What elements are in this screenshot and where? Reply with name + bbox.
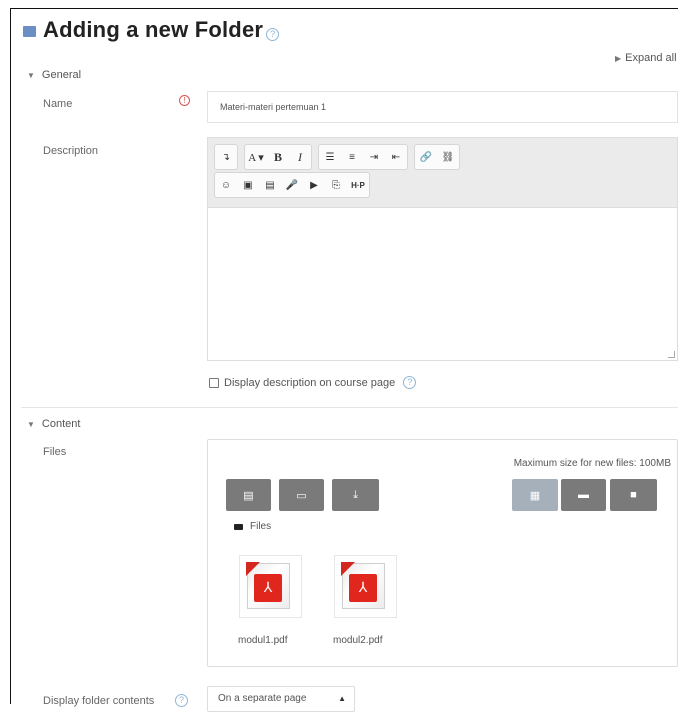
expand-all-label: Expand all: [625, 52, 677, 64]
file-path-breadcrumb[interactable]: Files: [234, 521, 271, 532]
files-label: Files: [43, 446, 67, 458]
unordered-list-button[interactable]: ☰: [319, 145, 341, 169]
manage-files-button[interactable]: ⎘: [325, 173, 347, 197]
file-thumbnail[interactable]: [239, 555, 302, 618]
display-description-checkbox[interactable]: [209, 377, 219, 388]
path-label: Files: [250, 521, 272, 532]
section-general-label: General: [41, 69, 82, 81]
triangle-right-icon: ▶: [615, 54, 622, 63]
bold-button[interactable]: B: [267, 145, 289, 169]
pdf-icon: [341, 562, 385, 609]
file-manager: Maximum size for new files: 100MB ▤ ▭ ⤓ …: [207, 439, 678, 667]
file-name[interactable]: modul1.pdf: [238, 635, 287, 646]
pdf-icon: [246, 562, 290, 609]
outdent-button[interactable]: ⇤: [385, 145, 407, 169]
view-tree-button[interactable]: ■: [610, 479, 657, 511]
folder-open-icon: ▭: [296, 489, 307, 502]
help-icon[interactable]: ?: [175, 694, 188, 707]
display-folder-label: Display folder contents: [43, 695, 155, 707]
name-input[interactable]: Materi-materi pertemuan 1: [207, 91, 678, 123]
section-divider: [21, 407, 678, 408]
toolbar-group: 🔗 ⛓: [414, 144, 460, 170]
folder-icon: ■: [630, 489, 637, 501]
toolbar-group: ☰ ≡ ⇥ ⇤: [318, 144, 408, 170]
display-description-row: Display description on course page ?: [209, 376, 417, 389]
section-content-label: Content: [41, 418, 81, 430]
file-thumbnail[interactable]: [334, 555, 397, 618]
page-title: Adding a new Folder: [43, 17, 264, 42]
file-icon: ▤: [243, 489, 254, 502]
editor-toolbar: ↴ A ▾ B I ☰ ≡ ⇥ ⇤ 🔗 ⛓ ☺ ▣ ▤ 🎤 ▶ ⎘ H·P: [208, 138, 677, 208]
page-heading: Adding a new Folder ?: [23, 17, 280, 43]
view-list-button[interactable]: ▬: [561, 479, 606, 511]
triangle-down-icon: ▼: [27, 420, 35, 429]
display-folder-value: On a separate page: [218, 693, 307, 704]
description-textarea[interactable]: [208, 208, 677, 360]
image-button[interactable]: ▣: [237, 173, 259, 197]
h5p-button[interactable]: H·P: [347, 173, 369, 197]
download-all-button[interactable]: ⤓: [332, 479, 379, 511]
sort-caret-icon: ▲: [338, 694, 346, 703]
record-video-button[interactable]: ▶: [303, 173, 325, 197]
section-header-general[interactable]: ▼ General: [27, 69, 81, 81]
section-header-content[interactable]: ▼ Content: [27, 418, 80, 430]
toolbar-row-1: ↴ A ▾ B I ☰ ≡ ⇥ ⇤ 🔗 ⛓: [214, 144, 677, 170]
toggle-toolbar-button[interactable]: ↴: [215, 145, 237, 169]
add-file-button[interactable]: ▤: [226, 479, 271, 511]
ordered-list-button[interactable]: ≡: [341, 145, 363, 169]
help-icon[interactable]: ?: [266, 27, 280, 41]
file-name[interactable]: modul2.pdf: [333, 635, 382, 646]
unlink-button[interactable]: ⛓: [437, 145, 459, 169]
display-folder-select[interactable]: On a separate page ▲: [207, 686, 355, 712]
description-label: Description: [43, 145, 99, 157]
resize-handle[interactable]: [668, 351, 675, 358]
toolbar-group: ☺ ▣ ▤ 🎤 ▶ ⎘ H·P: [214, 172, 370, 198]
toolbar-group: A ▾ B I: [244, 144, 312, 170]
toolbar-group: ↴: [214, 144, 238, 170]
toolbar-row-2: ☺ ▣ ▤ 🎤 ▶ ⎘ H·P: [214, 172, 677, 198]
italic-button[interactable]: I: [289, 145, 311, 169]
create-folder-button[interactable]: ▭: [279, 479, 324, 511]
media-button[interactable]: ▤: [259, 173, 281, 197]
record-audio-button[interactable]: 🎤: [281, 173, 303, 197]
font-family-button[interactable]: A ▾: [245, 145, 267, 169]
folder-icon: [23, 25, 36, 37]
grid-icon: ▦: [529, 489, 541, 502]
page-frame: Adding a new Folder ? ▶ Expand all ▼ Gener…: [10, 8, 678, 712]
link-button[interactable]: 🔗: [415, 145, 437, 169]
emoticon-button[interactable]: ☺: [215, 173, 237, 197]
view-icons-button[interactable]: ▦: [512, 479, 558, 511]
required-icon: !: [179, 95, 190, 106]
triangle-down-icon: ▼: [27, 71, 35, 80]
download-icon: ⤓: [353, 488, 358, 501]
list-icon: ▬: [578, 489, 589, 501]
indent-button[interactable]: ⇥: [363, 145, 385, 169]
name-label: Name: [43, 98, 73, 110]
display-description-label: Display description on course page: [224, 376, 396, 389]
max-size-text: Maximum size for new files: 100MB: [513, 458, 671, 469]
help-icon[interactable]: ?: [403, 376, 417, 389]
folder-icon: [234, 523, 243, 530]
expand-all-link[interactable]: ▶ Expand all: [615, 52, 677, 64]
description-editor: ↴ A ▾ B I ☰ ≡ ⇥ ⇤ 🔗 ⛓ ☺ ▣ ▤ 🎤 ▶ ⎘ H·P: [207, 137, 678, 361]
